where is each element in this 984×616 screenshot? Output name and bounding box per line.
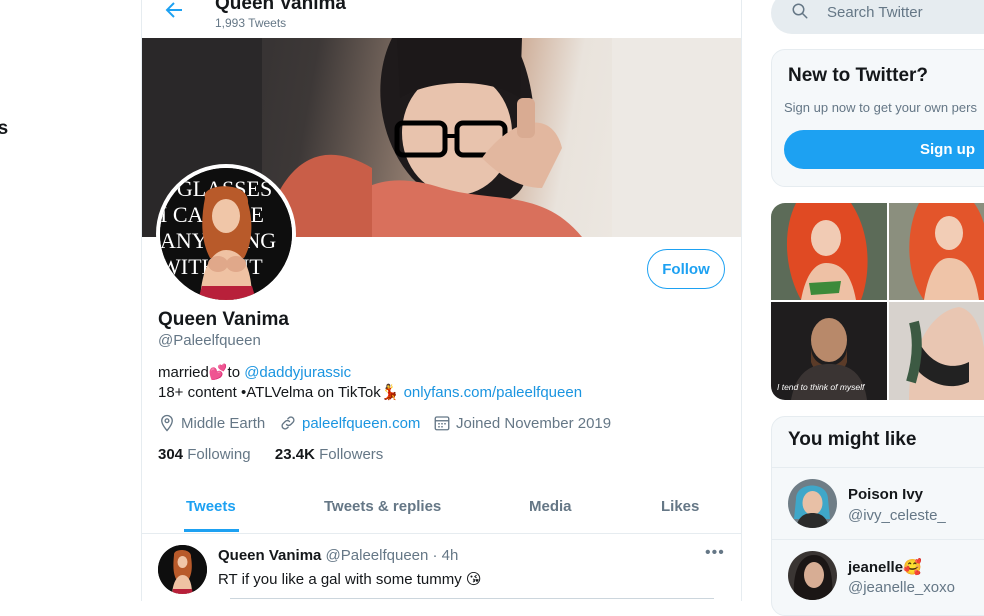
signup-label: Sign up xyxy=(920,141,975,158)
follow-button[interactable]: Follow xyxy=(647,249,725,289)
calendar-icon xyxy=(434,416,450,431)
suggested-avatar-2 xyxy=(788,551,837,600)
header-profile-name: Queen Vanima xyxy=(215,0,346,14)
suggested-account-1[interactable]: Poison Ivy @ivy_celeste_ xyxy=(772,467,984,540)
location-pin-icon xyxy=(161,414,173,432)
profile-handle: @Paleelfqueen xyxy=(158,332,261,349)
photo-thumb-2-image xyxy=(889,203,984,300)
followers-count: 23.4K xyxy=(274,446,315,463)
profile-location: Middle Earth xyxy=(158,414,265,432)
suggested-account-2[interactable]: jeanelle🥰 @jeanelle_xoxo xyxy=(772,539,984,612)
followers-label: Followers xyxy=(319,446,384,463)
tweet-avatar[interactable] xyxy=(158,545,207,594)
signup-button[interactable]: Sign up xyxy=(784,130,984,169)
website-link[interactable]: paleelfqueen.com xyxy=(302,415,420,432)
photo-thumb-1-image xyxy=(771,203,887,300)
suggested-handle-1: @ivy_celeste_ xyxy=(848,507,946,524)
following-count: 304 xyxy=(158,446,184,463)
profile-tabs: Tweets Tweets & replies Media Likes xyxy=(142,476,741,534)
tweet-handle-time[interactable]: @Paleelfqueen · 4h xyxy=(326,547,459,564)
back-arrow-icon[interactable] xyxy=(162,0,186,22)
photo-thumb-3[interactable]: I tend to think of myself xyxy=(771,302,887,400)
suggested-avatar-1 xyxy=(788,479,837,528)
active-tab-indicator xyxy=(184,529,239,532)
bio-onlyfans-link[interactable]: onlyfans.com/paleelfqueen xyxy=(404,384,582,401)
tab-tweets-replies[interactable]: Tweets & replies xyxy=(324,498,441,515)
following-label: Following xyxy=(187,446,251,463)
bio-line-1: married💕to @daddyjurassic xyxy=(158,363,351,381)
profile-joined: Joined November 2019 xyxy=(433,414,611,432)
suggested-name-2: jeanelle🥰 xyxy=(848,559,922,576)
profile-stats: 304 Following 23.4K Followers xyxy=(158,446,383,463)
tab-tweets[interactable]: Tweets xyxy=(186,498,236,515)
profile-name: Queen Vanima xyxy=(158,309,289,330)
photo-thumb-2[interactable] xyxy=(889,203,984,300)
location-text: Middle Earth xyxy=(181,414,266,432)
suggested-name-1: Poison Ivy xyxy=(848,486,924,503)
you-might-like-card: You might like Poison Ivy @ivy_celeste_ … xyxy=(771,416,984,616)
link-icon xyxy=(281,416,295,430)
avatar-illustration: I GLASSES I CAN SEE ANYTHING WITHOUT xyxy=(160,168,292,300)
joined-text: Joined November 2019 xyxy=(456,414,612,432)
tweet-avatar-illustration xyxy=(158,545,207,594)
photo-caption: I tend to think of myself xyxy=(777,382,865,392)
tweet-text: RT if you like a gal with some tummy 😘 xyxy=(218,571,482,588)
bio-text-2: 18+ content •ATLVelma on TikTok💃 xyxy=(158,384,404,401)
suggested-handle-2: @jeanelle_xoxo xyxy=(848,579,955,596)
search-placeholder: Search Twitter xyxy=(827,4,923,21)
tab-media[interactable]: Media xyxy=(529,498,572,515)
more-options-icon[interactable]: ••• xyxy=(705,544,729,564)
photo-thumb-1[interactable] xyxy=(771,203,887,300)
profile-topbar: Queen Vanima 1,993 Tweets xyxy=(142,0,741,38)
suggested-avatar-1-image xyxy=(788,479,837,528)
suggested-avatar-2-image xyxy=(788,551,837,600)
tweet-author-name[interactable]: Queen Vanima xyxy=(218,547,321,564)
tweet-header: Queen Vanima @Paleelfqueen · 4h xyxy=(218,547,458,564)
search-box[interactable]: Search Twitter xyxy=(771,0,984,34)
photo-thumb-4[interactable] xyxy=(889,302,984,400)
bio-mention-link[interactable]: @daddyjurassic xyxy=(244,364,351,381)
new-to-twitter-title: New to Twitter? xyxy=(788,65,929,86)
search-icon xyxy=(792,3,808,19)
header-tweet-count: 1,993 Tweets xyxy=(215,16,287,30)
photo-thumb-4-image xyxy=(889,302,984,400)
bio-line-2: 18+ content •ATLVelma on TikTok💃 onlyfan… xyxy=(158,383,582,401)
following-stat[interactable]: 304 Following xyxy=(158,446,251,463)
new-to-twitter-card: New to Twitter? Sign up now to get your … xyxy=(771,49,984,187)
tab-likes[interactable]: Likes xyxy=(661,498,699,515)
you-might-like-title: You might like xyxy=(788,429,917,450)
profile-column: Queen Vanima 1,993 Tweets I GLASSES I CA… xyxy=(141,0,742,601)
new-to-twitter-subtitle: Sign up now to get your own pers xyxy=(784,100,977,115)
profile-website: paleelfqueen.com xyxy=(279,414,420,432)
followers-stat[interactable]: 23.4K Followers xyxy=(275,446,383,463)
profile-avatar[interactable]: I GLASSES I CAN SEE ANYTHING WITHOUT xyxy=(156,164,296,304)
bio-text-1: married💕to xyxy=(158,364,245,381)
media-photo-grid: I tend to think of myself xyxy=(771,203,984,400)
nav-item-fragment-2[interactable]: gs xyxy=(0,118,8,140)
